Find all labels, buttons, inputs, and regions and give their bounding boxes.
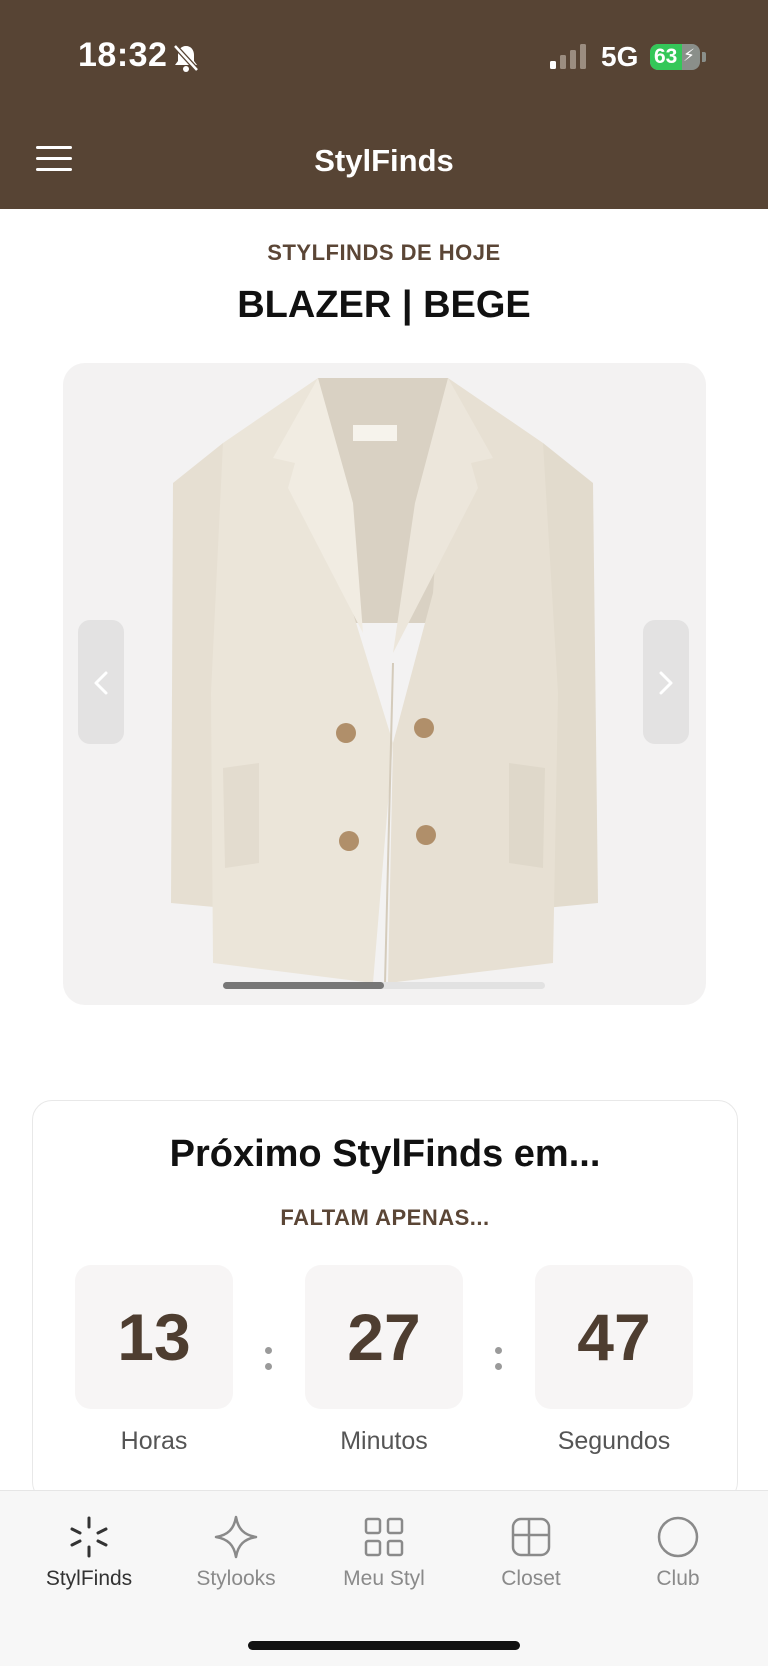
seconds-value: 47: [577, 1300, 651, 1374]
seconds-box: 47: [535, 1265, 693, 1409]
bottom-tab-bar: StylFinds Stylooks Meu Styl Closet Club: [0, 1490, 768, 1666]
grid-icon: [364, 1517, 404, 1557]
minutes-box: 27: [305, 1265, 463, 1409]
minutes-label: Minutos: [340, 1427, 428, 1455]
closet-icon: [511, 1517, 551, 1557]
status-bar: 18:32 5G 63 ⚡: [0, 0, 768, 110]
star-outline-icon: [214, 1515, 258, 1559]
tab-label: Closet: [501, 1567, 561, 1590]
status-time: 18:32: [78, 36, 168, 74]
battery-percent: 63: [654, 45, 678, 68]
app-title: StylFinds: [314, 143, 454, 178]
carousel-next-button[interactable]: [643, 620, 689, 744]
chevron-right-icon: [659, 671, 673, 695]
hours-label: Horas: [120, 1427, 188, 1455]
countdown-card: Próximo StylFinds em... FALTAM APENAS...…: [32, 1100, 738, 1502]
tab-label: Club: [656, 1567, 700, 1590]
minutes-value: 27: [347, 1300, 421, 1374]
hours-value: 13: [117, 1300, 191, 1374]
product-title: BLAZER | BEGE: [237, 284, 531, 326]
countdown-subtitle: FALTAM APENAS...: [280, 1205, 490, 1230]
tab-label: Meu Styl: [343, 1567, 425, 1590]
bell-muted-icon: [173, 44, 199, 72]
circle-icon: [657, 1516, 699, 1558]
carousel-progress-track: [223, 982, 545, 989]
carousel-progress-fill: [223, 982, 384, 989]
home-indicator: [248, 1641, 520, 1650]
hours-box: 13: [75, 1265, 233, 1409]
sparkle-burst-icon: [70, 1516, 108, 1558]
network-type: 5G: [601, 41, 639, 72]
battery-cap: [702, 52, 706, 62]
chevron-left-icon: [94, 671, 108, 695]
charging-bolt-icon: ⚡: [683, 46, 695, 65]
cellular-signal-icon: [550, 44, 586, 69]
seconds-label: Segundos: [557, 1427, 671, 1455]
tab-club[interactable]: Club: [603, 1491, 753, 1601]
countdown-title: Próximo StylFinds em...: [169, 1133, 601, 1175]
tab-stylfinds[interactable]: StylFinds: [14, 1491, 164, 1601]
battery-indicator: 63 ⚡: [650, 44, 700, 70]
beige-blazer-image: [171, 378, 598, 984]
section-eyebrow: STYLFINDS DE HOJE: [267, 240, 501, 265]
tab-closet[interactable]: Closet: [456, 1491, 606, 1601]
carousel-prev-button[interactable]: [78, 620, 124, 744]
product-image-carousel[interactable]: [63, 363, 706, 1005]
tab-label: Stylooks: [196, 1567, 276, 1590]
tab-meu-styl[interactable]: Meu Styl: [309, 1491, 459, 1601]
tab-stylooks[interactable]: Stylooks: [161, 1491, 311, 1601]
app-header: StylFinds: [0, 110, 768, 209]
tab-label: StylFinds: [45, 1567, 133, 1590]
